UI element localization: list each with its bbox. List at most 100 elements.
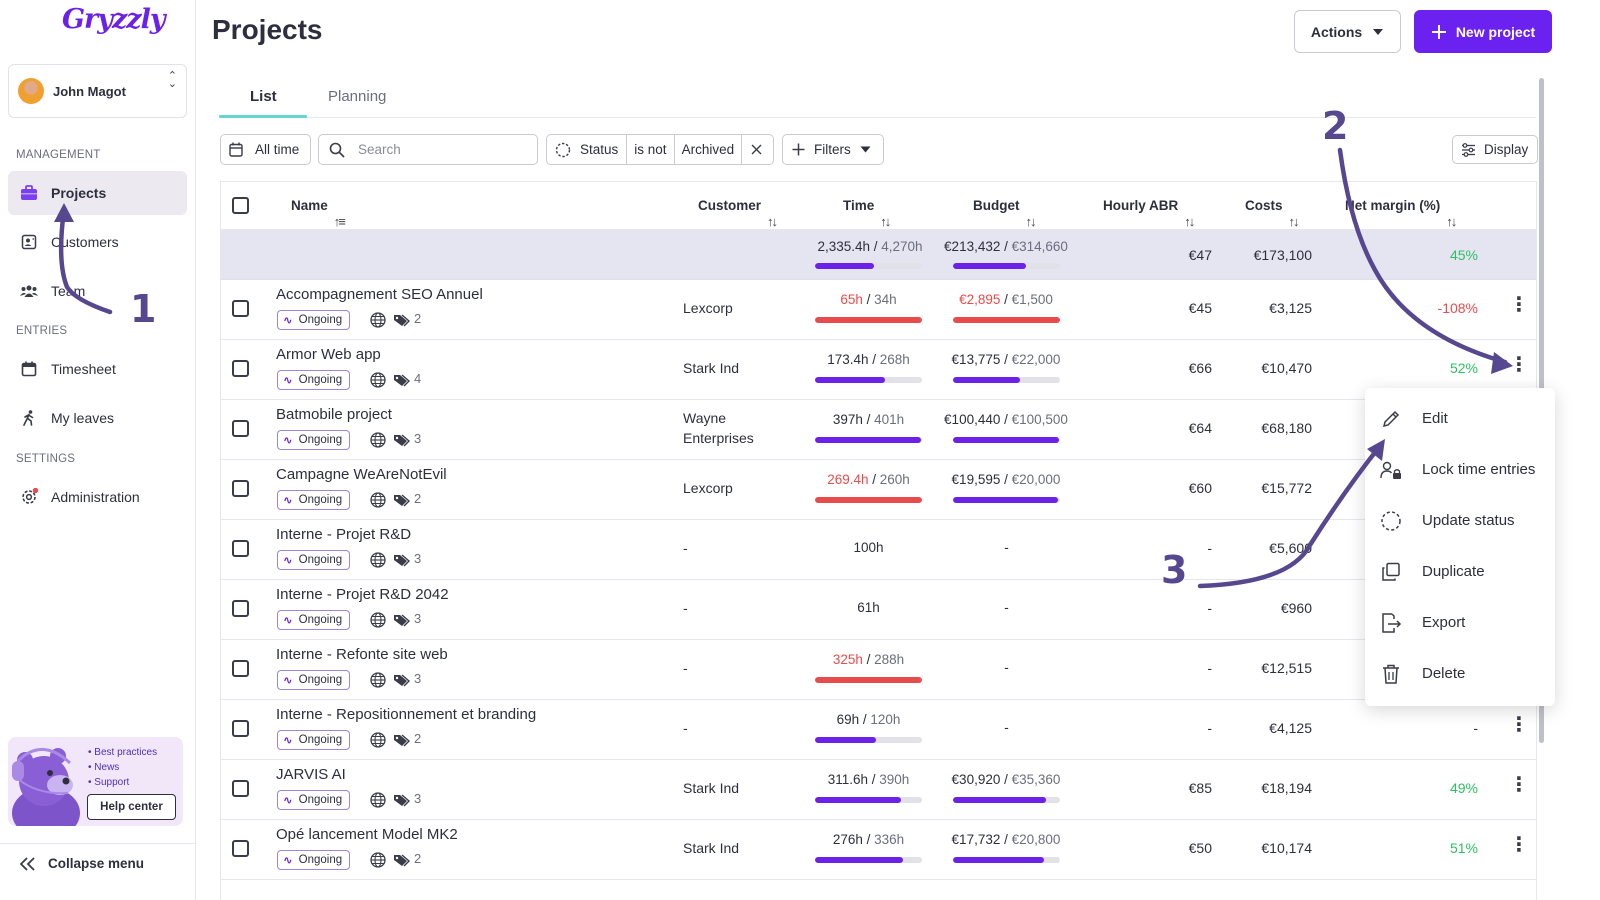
column-header-name[interactable]: Name ↑≡ (291, 198, 346, 229)
status-badge[interactable]: ∿ Ongoing (277, 790, 351, 810)
status-filter-chip[interactable]: Status is not Archived (546, 134, 774, 165)
column-header-budget[interactable]: Budget ↑↓ (973, 198, 1037, 229)
app-logo[interactable]: Gryzzly (62, 4, 166, 35)
collapse-menu-button[interactable]: Collapse menu (0, 843, 195, 883)
project-name[interactable]: Armor Web app (276, 346, 381, 363)
table-row[interactable]: Interne - Projet R&D ∿ Ongoing 3 - 100h - - €5,6… (221, 520, 1536, 580)
table-row[interactable]: Batmobile project ∿ Ongoing 3 Wayne Enterpris… (221, 400, 1536, 460)
tab-list[interactable]: List (250, 88, 277, 105)
filters-button[interactable]: Filters (782, 134, 884, 165)
globe-icon (370, 312, 386, 328)
time-text: 311.6h / 390h (827, 772, 910, 787)
project-name[interactable]: Accompagnement SEO Annuel (276, 286, 483, 303)
status-badge[interactable]: ∿ Ongoing (277, 670, 351, 690)
totals-hourly-abr: €47 (1188, 247, 1212, 263)
sidebar-item-label: Timesheet (51, 361, 116, 377)
row-more-icon[interactable]: ⋮ (1509, 835, 1529, 855)
status-badge[interactable]: ∿ Ongoing (277, 850, 351, 870)
project-name[interactable]: JARVIS AI (276, 766, 346, 783)
menu-item-edit[interactable]: Edit (1365, 393, 1555, 444)
display-button[interactable]: Display (1452, 135, 1538, 164)
menu-item-update-status[interactable]: Update status (1365, 495, 1555, 546)
time-progress-bar (815, 737, 922, 743)
row-checkbox[interactable] (232, 420, 249, 437)
clear-filter-button[interactable] (742, 135, 771, 164)
status-badge[interactable]: ∿ Ongoing (277, 430, 351, 450)
row-checkbox[interactable] (232, 720, 249, 737)
search-input[interactable]: Search (318, 134, 538, 165)
status-badge[interactable]: ∿ Ongoing (277, 490, 351, 510)
project-name[interactable]: Interne - Projet R&D 2042 (276, 586, 449, 603)
status-badge[interactable]: ∿ Ongoing (277, 310, 351, 330)
select-all-checkbox[interactable] (232, 197, 249, 214)
row-checkbox[interactable] (232, 840, 249, 857)
time-spent: 65h (840, 292, 863, 307)
user-name: John Magot (53, 83, 126, 99)
sidebar-item-projects[interactable]: Projects (8, 171, 187, 215)
new-project-button[interactable]: New project (1414, 10, 1552, 53)
project-name[interactable]: Interne - Refonte site web (276, 646, 448, 663)
row-checkbox[interactable] (232, 780, 249, 797)
table-row[interactable]: Opé lancement Model MK2 ∿ Ongoing 2 Stark In… (221, 820, 1536, 880)
row-context-menu: Edit Lock time entries Update status Dup… (1365, 388, 1555, 706)
pulse-icon: ∿ (283, 495, 293, 507)
table-row[interactable]: Interne - Projet R&D 2042 ∿ Ongoing 3 - 61h - -… (221, 580, 1536, 640)
row-more-icon[interactable]: ⋮ (1509, 775, 1529, 795)
row-more-icon[interactable]: ⋮ (1509, 295, 1529, 315)
project-name[interactable]: Interne - Projet R&D (276, 526, 411, 543)
project-name[interactable]: Batmobile project (276, 406, 392, 423)
menu-item-delete[interactable]: Delete (1365, 648, 1555, 699)
row-checkbox[interactable] (232, 540, 249, 557)
column-header-customer[interactable]: Customer ↑↓ (698, 198, 778, 229)
row-checkbox[interactable] (232, 660, 249, 677)
project-name[interactable]: Opé lancement Model MK2 (276, 826, 458, 843)
column-header-costs[interactable]: Costs ↑↓ (1245, 198, 1300, 229)
user-switcher[interactable]: John Magot ⌃ ⌄ (8, 64, 187, 118)
status-badge[interactable]: ∿ Ongoing (277, 610, 351, 630)
totals-costs: €173,100 (1253, 247, 1312, 263)
actions-button[interactable]: Actions (1294, 10, 1401, 53)
menu-item-duplicate[interactable]: Duplicate (1365, 546, 1555, 597)
column-header-time[interactable]: Time ↑↓ (843, 198, 891, 229)
team-icon (20, 282, 38, 300)
column-header-hourly-abr[interactable]: Hourly ABR ↑↓ (1103, 198, 1195, 229)
tab-planning[interactable]: Planning (328, 88, 386, 105)
table-row[interactable]: Armor Web app ∿ Ongoing 4 Stark Ind 173.4h / … (221, 340, 1536, 400)
sidebar-item-team[interactable]: Team (8, 269, 187, 313)
row-more-icon[interactable]: ⋮ (1509, 715, 1529, 735)
row-checkbox[interactable] (232, 480, 249, 497)
menu-item-lock-time-entries[interactable]: Lock time entries (1365, 444, 1555, 495)
sidebar-item-my-leaves[interactable]: My leaves (8, 396, 187, 440)
status-operator[interactable]: is not (627, 135, 675, 164)
pulse-icon: ∿ (283, 315, 293, 327)
annotation-number: 1 (130, 287, 157, 331)
status-value[interactable]: Archived (675, 135, 743, 164)
sidebar-item-administration[interactable]: Administration (8, 475, 187, 519)
status-badge[interactable]: ∿ Ongoing (277, 730, 351, 750)
project-name[interactable]: Campagne WeAreNotEvil (276, 466, 447, 483)
caret-down-icon (860, 146, 871, 153)
table-row[interactable]: Interne - Repositionnement et branding ∿ O… (221, 700, 1536, 760)
table-row[interactable]: Campagne WeAreNotEvil ∿ Ongoing 2 Lexcorp 269… (221, 460, 1536, 520)
row-checkbox[interactable] (232, 600, 249, 617)
menu-item-export[interactable]: Export (1365, 597, 1555, 648)
project-name[interactable]: Interne - Repositionnement et branding (276, 706, 536, 723)
status-badge[interactable]: ∿ Ongoing (277, 370, 351, 390)
sidebar-item-timesheet[interactable]: Timesheet (8, 347, 187, 391)
table-row[interactable]: Accompagnement SEO Annuel ∿ Ongoing 2 Lexcor… (221, 280, 1536, 340)
row-checkbox[interactable] (232, 360, 249, 377)
duplicate-icon (1379, 560, 1403, 584)
table-row[interactable]: Interne - Refonte site web ∿ Ongoing 3 - 325h… (221, 640, 1536, 700)
row-checkbox[interactable] (232, 300, 249, 317)
period-filter[interactable]: All time (220, 134, 311, 165)
status-badge[interactable]: ∿ Ongoing (277, 550, 351, 570)
help-center-button[interactable]: Help center (87, 794, 176, 820)
sidebar-item-customers[interactable]: Customers (8, 220, 187, 264)
table-row[interactable]: JARVIS AI ∿ Ongoing 3 Stark Ind 311.6h / 390h… (221, 760, 1536, 820)
totals-budget-bar (953, 263, 1060, 269)
column-header-net-margin[interactable]: Net margin (%) ↑↓ (1345, 198, 1457, 229)
row-more-icon[interactable]: ⋮ (1509, 355, 1529, 375)
gear-icon (20, 488, 38, 506)
customer-name: Stark Ind (683, 360, 740, 376)
net-margin: 51% (1449, 840, 1478, 856)
